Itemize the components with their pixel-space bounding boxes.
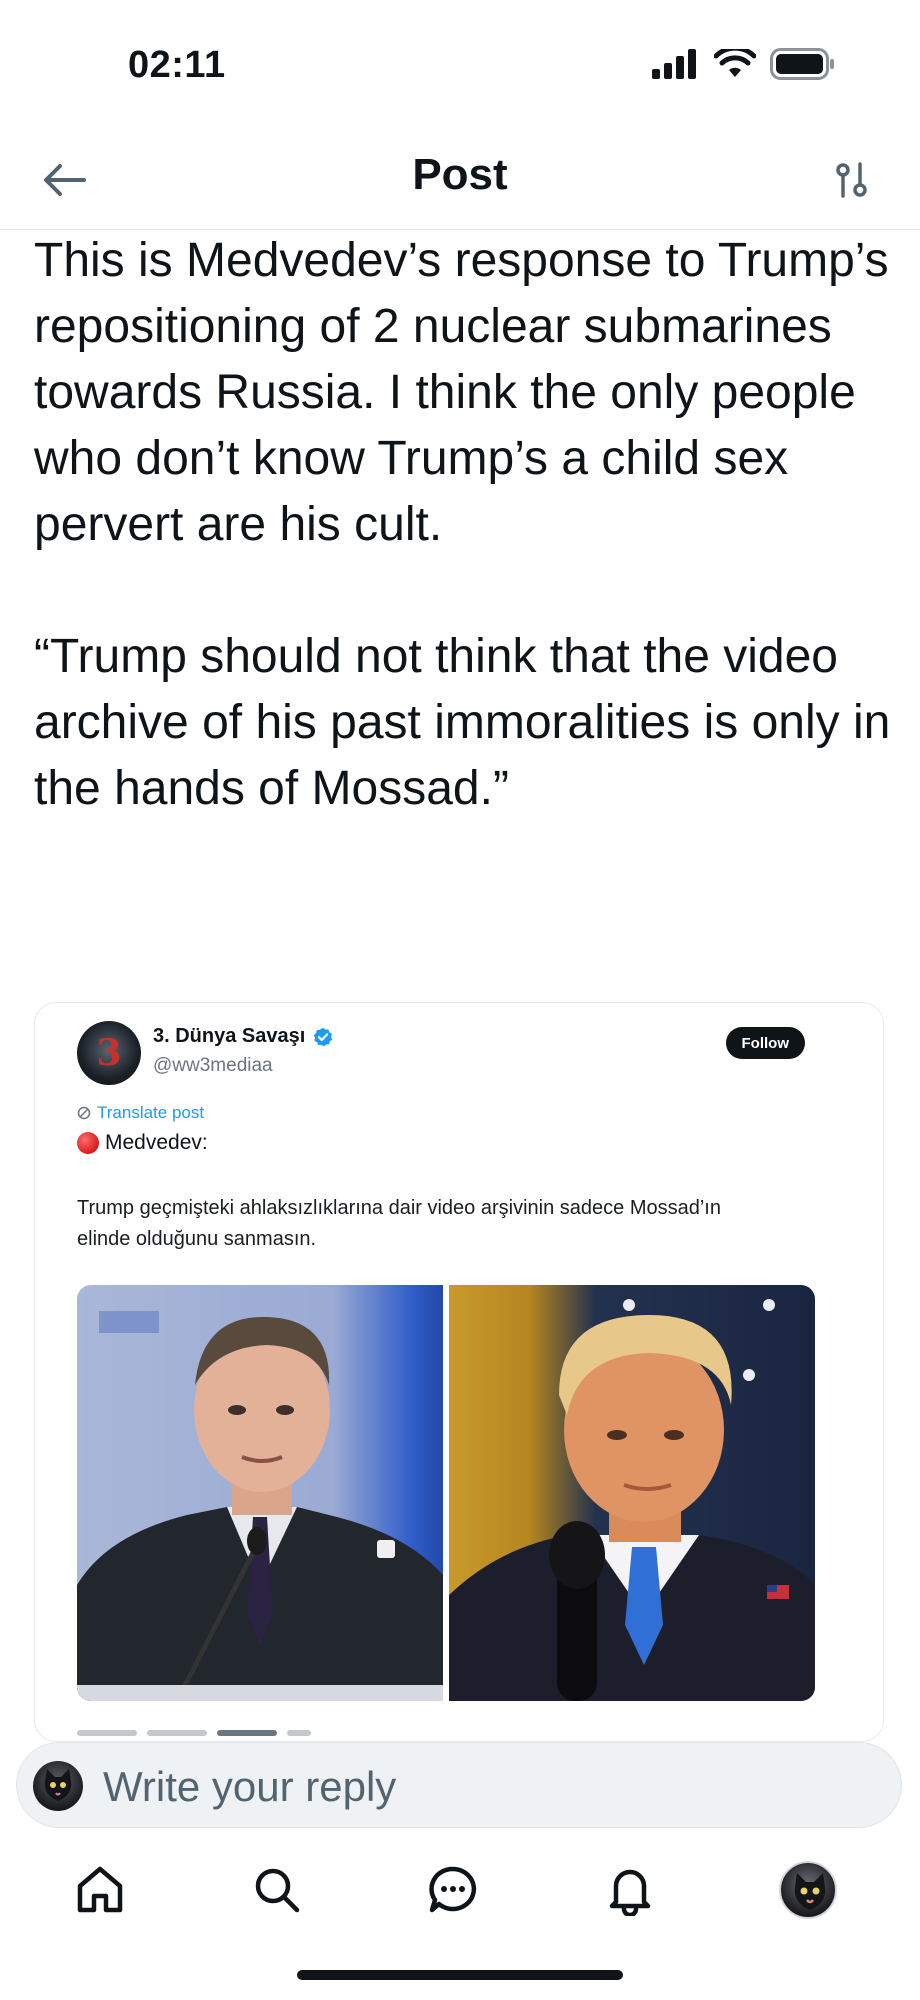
translate-icon [77,1106,91,1120]
medvedev-photo[interactable] [77,1285,443,1701]
profile-avatar [779,1861,837,1919]
tab-messages[interactable] [415,1852,491,1928]
trump-photo[interactable] [449,1285,815,1701]
filter-settings-button[interactable] [824,152,880,208]
tab-profile[interactable] [770,1852,846,1928]
follow-button[interactable]: Follow [725,1027,805,1059]
home-indicator [297,1970,623,1980]
cat-avatar-icon [794,1873,826,1910]
status-time: 02:11 [128,44,226,86]
medvedev-portrait-illustration [77,1311,443,1701]
translate-post-label: Translate post [97,1103,205,1122]
wifi-icon [714,49,756,77]
trump-portrait-illustration [449,1299,815,1701]
embed-avatar-text: 3 [96,1032,122,1074]
messages-icon [429,1866,477,1913]
red-circle-icon [77,1132,99,1154]
embed-author-name-row: 3. Dünya Savaşı [153,1025,333,1048]
reply-placeholder: Write your reply [103,1763,397,1810]
user-avatar [33,1761,83,1811]
battery-icon [770,48,834,80]
top-navigation-bar: Post [0,130,920,230]
embed-footer-partial [77,1725,377,1741]
embed-lead-text: Medvedev: [105,1131,208,1154]
embed-lead-line: Medvedev: [77,1131,208,1155]
post-text: This is Medvedev’s response to Trump’s r… [34,234,891,815]
status-bar: 02:11 [0,0,920,130]
verified-badge-icon [314,1027,333,1046]
tab-notifications[interactable] [592,1852,668,1928]
embed-body-text: Trump geçmişteki ahlaksızlıklarına dair … [77,1197,721,1250]
tab-home[interactable] [62,1852,138,1928]
embedded-post-card[interactable]: 3 3. Dünya Savaşı @ww3mediaa Follow Tran… [34,1002,884,1742]
search-icon [255,1868,300,1913]
embed-author-name[interactable]: 3. Dünya Savaşı [153,1025,305,1048]
cellular-signal-icon [652,49,696,79]
embed-media[interactable] [77,1285,815,1701]
status-icons [652,48,836,80]
page-title: Post [412,150,508,199]
reply-composer[interactable]: Write your reply [16,1742,902,1828]
cat-avatar-icon [44,1769,72,1801]
home-icon [77,1866,123,1913]
bottom-tab-bar [0,1840,920,1940]
translate-post-link[interactable]: Translate post [77,1103,204,1123]
bell-icon [609,1869,651,1916]
embed-author-avatar[interactable]: 3 [77,1021,141,1085]
tab-search[interactable] [239,1852,315,1928]
filter-settings-icon [836,162,867,198]
embed-footer-cropped-text [77,1730,311,1736]
embed-author-handle: @ww3mediaa [153,1055,273,1076]
